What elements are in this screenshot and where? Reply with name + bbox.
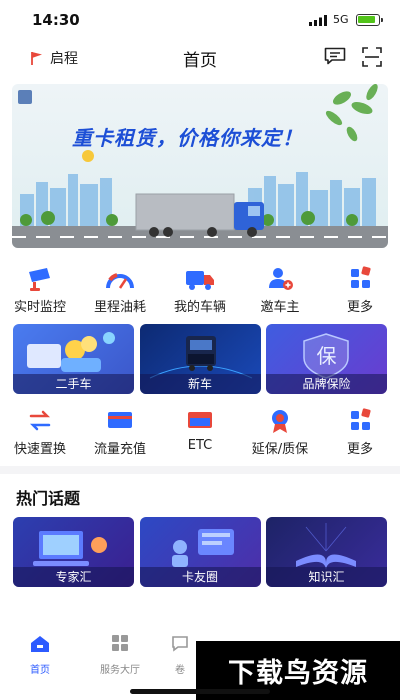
status-bar: 14:30 5G: [0, 0, 400, 38]
service-data-topup[interactable]: 流量充值: [80, 408, 160, 457]
service-realtime-monitor[interactable]: 实时监控: [0, 266, 80, 315]
etc-card-icon: [188, 412, 212, 428]
tab-service-hall[interactable]: 服务大厅: [80, 634, 160, 676]
camera-icon: [29, 268, 50, 291]
top-nav: 启程 首页: [0, 38, 400, 76]
tab-home[interactable]: 首页: [0, 634, 80, 676]
service-etc[interactable]: ETC: [160, 408, 240, 457]
insurance-glyph: 保: [316, 344, 337, 368]
grid-icon: [351, 266, 371, 288]
badge-icon: [272, 410, 288, 433]
truck-icon: [186, 271, 214, 290]
home-icon: [31, 636, 49, 652]
card-brand-insurance[interactable]: 保 品牌保险: [266, 324, 387, 394]
swap-icon: [29, 410, 51, 431]
promo-banner[interactable]: 重卡租赁，价格你来定！: [12, 84, 388, 248]
network-type: 5G: [333, 13, 349, 26]
service-more-1[interactable]: 更多: [320, 266, 400, 315]
topic-knowledge-hub[interactable]: 知识汇: [266, 517, 387, 587]
service-quick-swap[interactable]: 快速置换: [0, 408, 80, 457]
service-invite-owner[interactable]: 邀车主: [240, 266, 320, 315]
card-icon: [108, 412, 132, 428]
banner-slogan: 重卡租赁，价格你来定！: [72, 126, 303, 150]
add-user-icon: [269, 268, 293, 290]
grid-icon: [351, 408, 371, 430]
banner-illustration: [12, 84, 388, 248]
service-my-vehicles[interactable]: 我的车辆: [160, 266, 240, 315]
service-warranty[interactable]: 延保/质保: [240, 408, 320, 457]
service-mileage-fuel[interactable]: 里程油耗: [80, 266, 160, 315]
service-grid-row-2: 快速置换 流量充值 ETC 延保/质保 更多: [0, 408, 400, 457]
scan-icon[interactable]: [362, 47, 382, 67]
card-new-car[interactable]: 新车: [139, 324, 261, 394]
hot-topics-title: 热门话题: [16, 485, 82, 511]
status-time: 14:30: [32, 11, 80, 29]
service-grid-row-1: 实时监控 里程油耗 我的车辆 邀车主 更多: [0, 266, 400, 315]
chat-icon: [172, 636, 188, 652]
speedometer-icon: [106, 273, 134, 289]
section-divider: [0, 466, 400, 474]
message-icon[interactable]: [324, 47, 346, 65]
battery-icon: [356, 14, 383, 26]
feature-cards: 二手车 新车 保 品牌保险: [13, 324, 387, 394]
card-used-car[interactable]: 二手车: [13, 324, 134, 394]
topic-expert-hub[interactable]: 专家汇: [13, 517, 134, 587]
tab-third[interactable]: 卷: [160, 634, 200, 676]
topic-truck-friends[interactable]: 卡友圈: [139, 517, 261, 587]
signal-icon: [309, 15, 327, 26]
home-indicator[interactable]: [130, 689, 270, 694]
hot-topic-cards: 专家汇 卡友圈 知识汇: [13, 517, 387, 587]
service-more-2[interactable]: 更多: [320, 408, 400, 457]
apps-icon: [112, 635, 128, 651]
